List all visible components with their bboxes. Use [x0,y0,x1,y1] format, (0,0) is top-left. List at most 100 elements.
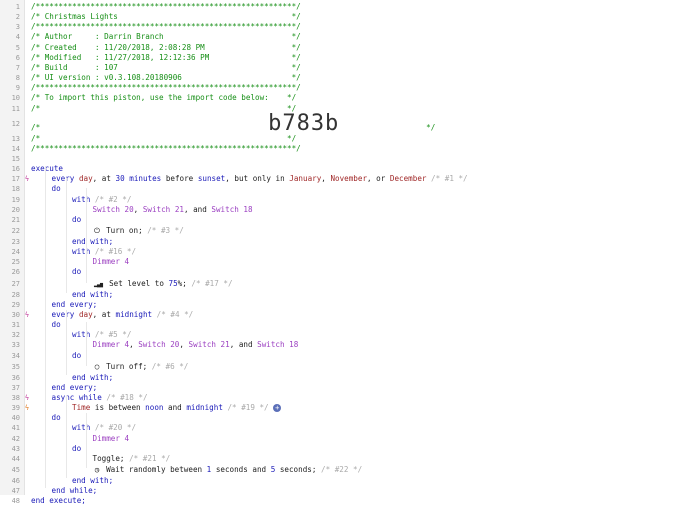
code-line[interactable]: 31 do [0,320,690,330]
code-token: b783b [40,110,340,136]
code-token: before [161,174,198,184]
device-token[interactable]: Switch 20 [93,205,134,214]
code-line[interactable]: 22 ⏻ Turn on; /* #3 */ [0,225,690,237]
code-line[interactable]: 9 /**************************************… [0,83,690,93]
code-line[interactable]: 28 end with; [0,290,690,300]
code-line[interactable]: 36 end with; [0,373,690,383]
code-line[interactable]: 2 /* Christmas Lights */ [0,12,690,22]
code-token: , [129,340,139,350]
code-statement: every day, at midnight /* #4 */ [52,310,194,320]
code-line[interactable]: 32 with /* #5 */ [0,330,690,340]
line-number: 28 [11,290,20,299]
device-token[interactable]: Switch 20 [138,340,179,349]
code-token[interactable]: November [330,174,367,183]
device-token[interactable]: Dimmer 4 [93,340,130,349]
code-token: /* Christmas Lights */ [31,12,301,22]
device-token[interactable]: Switch 21 [189,340,230,349]
code-line[interactable]: 37 end every; [0,383,690,393]
code-token: execute [31,164,64,174]
code-line[interactable]: 4 /* Author : Darrin Branch */ [0,32,690,42]
code-line[interactable]: 44 Toggle; /* #21 */ [0,454,690,464]
code-line[interactable]: 18 do [0,184,690,194]
code-line[interactable]: 30 ϟ every day, at midnight /* #4 */ [0,310,690,320]
code-token: 75 [168,278,178,288]
device-token[interactable]: Switch 18 [257,340,298,349]
code-line[interactable]: 48 end execute; [0,496,690,506]
code-line[interactable]: 20 Switch 20, Switch 21, and Switch 18 [0,205,690,215]
line-number: 8 [15,74,20,83]
code-line[interactable]: 42 Dimmer 4 [0,434,690,444]
statement-comment: /* #4 */ [152,309,194,319]
code-line[interactable]: 41 with /* #20 */ [0,423,690,433]
indent-guide [66,178,67,293]
line-number: 30 [11,310,20,319]
code-line[interactable]: 10 /* To import this piston, use the impo… [0,93,690,103]
code-line[interactable]: 29 end every; [0,300,690,310]
code-line[interactable]: 13 /* */ [0,134,690,144]
code-token[interactable]: day [79,174,93,183]
code-line[interactable]: 5 /* Created : 11/20/2018, 2:08:28 PM */ [0,43,690,53]
code-line[interactable]: 38 ϟ async while /* #18 */ [0,393,690,403]
code-line[interactable]: 23 end with; [0,237,690,247]
code-statement: do [52,413,61,423]
code-line[interactable]: 17 ϟ every day, at 30 minutes before sunse… [0,174,690,184]
code-line[interactable]: 46 end with; [0,476,690,486]
code-token: /* UI version : v0.3.108.20180906 */ [31,73,301,83]
code-token[interactable]: December [390,174,427,183]
line-number: 18 [11,185,20,194]
code-line[interactable]: 7 /* Build : 107 */ [0,63,690,73]
code-line[interactable]: 16 execute [0,164,690,174]
code-line[interactable]: 14 /*************************************… [0,144,690,154]
code-line[interactable]: 15 [0,154,690,164]
line-number: 20 [11,205,20,214]
code-statement: end with; [72,373,113,383]
code-line[interactable]: 40 do [0,413,690,423]
add-condition-button[interactable]: + [273,404,282,413]
code-token[interactable]: Time [72,403,90,412]
trigger-bolt-icon: ϟ [24,310,30,319]
code-token: with [72,330,91,340]
power-off-icon: ◯ [94,361,100,371]
code-statement: end execute; [31,496,86,506]
code-token[interactable]: January [289,174,321,183]
device-token[interactable]: Dimmer 4 [93,434,130,443]
device-token[interactable]: Switch 18 [211,205,252,214]
code-token[interactable]: day [79,310,93,319]
code-token: do [51,184,61,194]
code-line[interactable]: 35 ◯ Turn off; /* #6 */ [0,361,690,373]
code-line[interactable]: 1 /**************************************… [0,2,690,12]
code-line[interactable]: 26 do [0,267,690,277]
code-statement: Toggle; /* #21 */ [93,454,171,464]
code-token: , but only in [225,174,290,184]
code-line[interactable]: 33 Dimmer 4, Switch 20, Switch 21, and Sw… [0,340,690,350]
code-token: , at [92,309,116,319]
code-line[interactable]: 25 Dimmer 4 [0,257,690,267]
device-token[interactable]: Switch 21 [143,205,184,214]
code-line[interactable]: 24 with /* #16 */ [0,247,690,257]
line-number: 40 [11,414,20,423]
code-token: and [163,403,187,413]
code-line[interactable]: 27 ▂▄▆ Set level to 75%; /* #17 */ [0,278,690,290]
code-line[interactable]: 8 /* UI version : v0.3.108.20180906 */ [0,73,690,83]
code-line[interactable]: 21 do [0,215,690,225]
code-line[interactable]: 19 with /* #2 */ [0,195,690,205]
code-line[interactable]: 3 /**************************************… [0,22,690,32]
code-token: midnight [115,309,153,319]
line-number: 14 [11,144,20,153]
code-line[interactable]: 39 ϟ Time is between noon and midnight /* … [0,403,690,413]
code-line[interactable]: 12 /* b783b */ [0,110,690,136]
code-line[interactable]: 43 do [0,444,690,454]
code-token: /***************************************… [31,143,301,153]
line-number: 43 [11,444,20,453]
line-number: 19 [11,195,20,204]
indent-guide [86,188,87,283]
line-number: 44 [11,454,20,463]
code-token: , and [183,204,212,214]
code-line[interactable]: 45 ◷ Wait randomly between 1 seconds and … [0,464,690,476]
device-token[interactable]: Dimmer 4 [93,257,130,266]
line-number: 1 [15,3,20,11]
code-token: /* To import this piston, use the import… [31,93,297,103]
code-line[interactable]: 34 do [0,351,690,361]
code-token: /***************************************… [31,22,301,32]
code-line[interactable]: 6 /* Modified : 11/27/2018, 12:12:36 PM *… [0,53,690,63]
